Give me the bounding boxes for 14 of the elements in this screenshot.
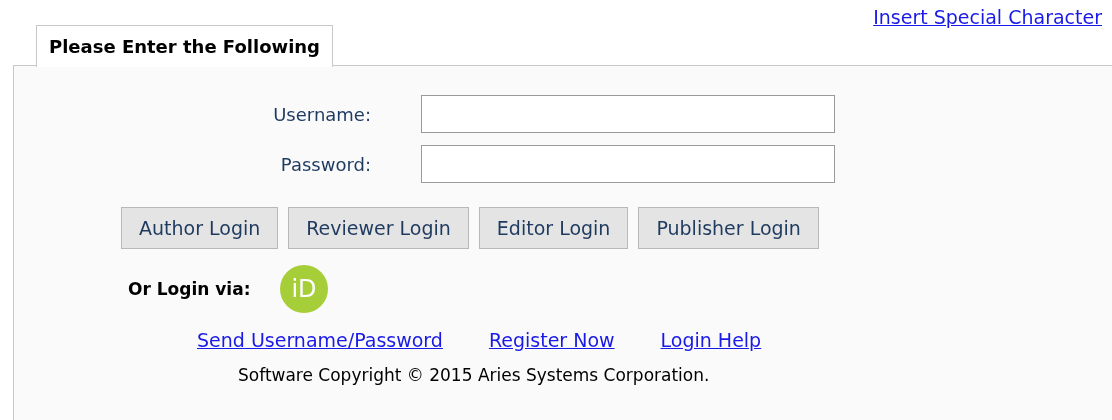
help-link[interactable]: Login Help — [660, 329, 762, 351]
login-button[interactable]: Editor Login — [478, 207, 629, 249]
panel-tab[interactable]: Please Enter the Following — [36, 25, 333, 67]
input-field[interactable] — [421, 145, 835, 183]
copyright-text: Software Copyright © 2015 Aries Systems Corporation. — [238, 365, 711, 385]
field-label: Username: — [273, 103, 371, 125]
login-button[interactable]: Author Login — [121, 207, 279, 249]
help-link[interactable]: Register Now — [488, 329, 615, 351]
login-button[interactable]: Reviewer Login — [288, 207, 469, 249]
login-button[interactable]: Publisher Login — [638, 207, 819, 249]
help-link[interactable]: Send Username/Password — [197, 329, 443, 351]
alt-login-label: Or Login via: — [128, 279, 251, 299]
field-label: Password: — [280, 153, 371, 175]
input-field[interactable] — [421, 95, 835, 133]
